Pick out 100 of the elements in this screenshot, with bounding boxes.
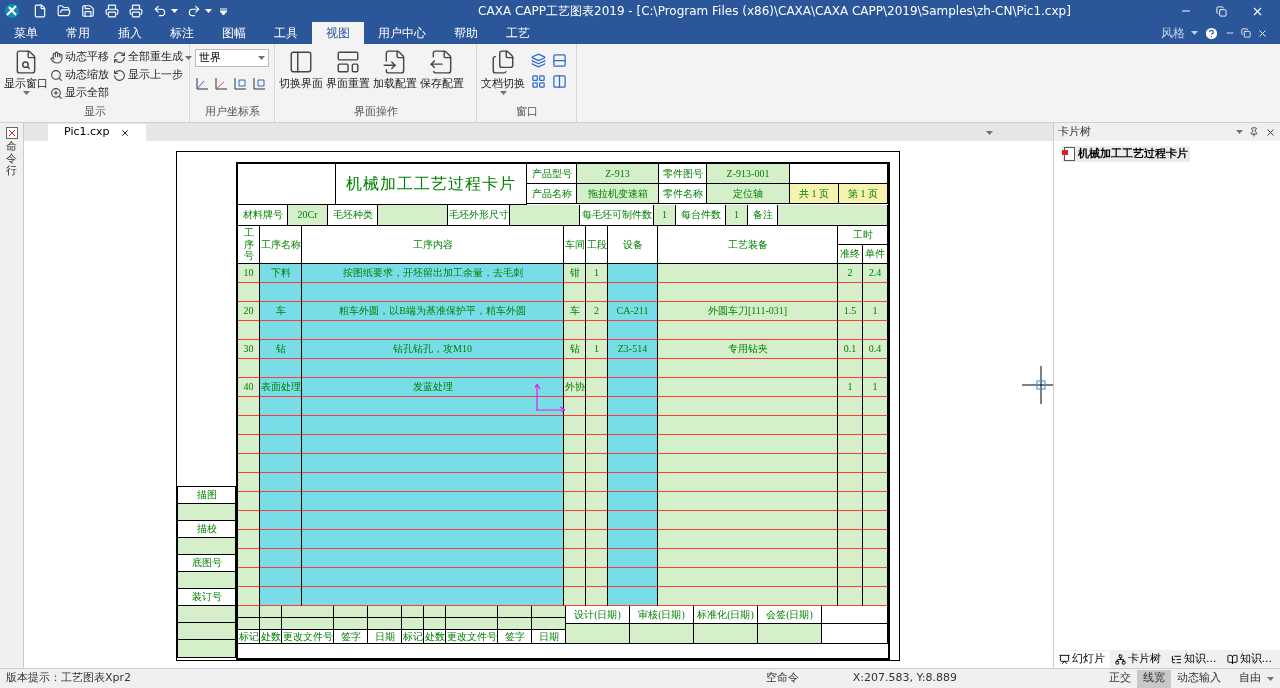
menu-tab[interactable]: 工艺: [492, 22, 544, 44]
table-cell: [424, 618, 446, 630]
column-header: 处数: [424, 630, 446, 644]
app-logo-icon[interactable]: [4, 3, 20, 19]
ribbon-button[interactable]: 全部重生成: [113, 49, 192, 66]
book-icon: [1226, 653, 1238, 665]
ribbon-button[interactable]: 显示全部: [50, 85, 109, 102]
table-cell: [586, 359, 608, 378]
tree-item[interactable]: 机械加工工艺过程卡片: [1062, 145, 1190, 163]
table-cell: 钳: [564, 264, 586, 283]
rows-icon[interactable]: [552, 53, 567, 68]
table-cell: [608, 283, 658, 302]
column-header: 工序号: [238, 226, 260, 264]
command-line-tab[interactable]: 命令行: [6, 141, 17, 178]
table-cell: [838, 435, 863, 454]
close-icon[interactable]: [1265, 126, 1276, 138]
column-header: 更改文件号: [446, 630, 498, 644]
column-header: 签字: [334, 630, 368, 644]
caret-icon[interactable]: [171, 9, 178, 13]
status-toggle[interactable]: 动态输入: [1171, 669, 1227, 688]
cascade-icon[interactable]: [531, 53, 546, 68]
caret-icon[interactable]: [1267, 676, 1274, 681]
open-folder-icon[interactable]: [57, 4, 71, 18]
field-value: Z-913: [577, 164, 659, 184]
status-toggle[interactable]: 正交: [1103, 669, 1137, 688]
command-line-icon[interactable]: [5, 127, 18, 139]
column-header: 单件: [863, 245, 888, 264]
menu-tab[interactable]: 工具: [260, 22, 312, 44]
axis-icon[interactable]: [195, 77, 209, 91]
close-icon[interactable]: [1257, 27, 1268, 39]
table-cell: [368, 618, 402, 630]
menu-tab[interactable]: 帮助: [440, 22, 492, 44]
printer-icon[interactable]: [129, 4, 143, 18]
ribbon-button[interactable]: 动态缩放: [50, 67, 109, 84]
column-header: 车间: [564, 226, 586, 264]
caret-icon[interactable]: [1191, 31, 1198, 35]
table-cell: [260, 397, 302, 416]
caret-icon[interactable]: [258, 56, 265, 60]
menu-tab[interactable]: 插入: [104, 22, 156, 44]
ribbon-button[interactable]: 界面重置: [325, 49, 371, 91]
table-cell: 0.1: [838, 340, 863, 359]
axis-icon[interactable]: [214, 77, 228, 91]
menu-tab[interactable]: 图幅: [208, 22, 260, 44]
customize-icon[interactable]: [220, 7, 227, 15]
save-icon[interactable]: [81, 4, 95, 18]
new-file-icon[interactable]: [33, 4, 47, 18]
caret-icon[interactable]: [986, 131, 993, 135]
undo-icon[interactable]: [153, 4, 167, 18]
table-cell: [608, 454, 658, 473]
columns-icon[interactable]: [552, 74, 567, 89]
axis-icon[interactable]: [252, 77, 266, 91]
field-value: [510, 205, 580, 226]
caret-icon[interactable]: [205, 9, 212, 13]
table-cell: 发蓝处理: [302, 378, 564, 397]
document-tab[interactable]: Pic1.cxp: [48, 124, 146, 141]
table-cell: [608, 511, 658, 530]
ribbon-button[interactable]: 保存配置: [419, 49, 465, 91]
menu-tab[interactable]: 标注: [156, 22, 208, 44]
table-cell: [260, 283, 302, 302]
caret-icon[interactable]: [1236, 130, 1243, 134]
panel-tab[interactable]: 知识...: [1221, 650, 1277, 668]
ribbon-button[interactable]: 显示窗口: [3, 49, 49, 95]
group-label: 窗口: [514, 104, 539, 120]
redo-icon[interactable]: [187, 4, 201, 18]
table-cell: [608, 530, 658, 549]
snap-mode-dropdown[interactable]: 自由: [1233, 669, 1280, 688]
ribbon-button[interactable]: 显示上一步: [113, 67, 192, 84]
window-title: CAXA CAPP工艺图表2019 - [C:\Program Files (x86)\CAXA\CAXA CAPP\2019\Samples\zh-CN\Pic1.cxp]: [478, 3, 1071, 20]
table-cell: 30: [238, 340, 260, 359]
pin-icon[interactable]: [1249, 127, 1259, 137]
menu-tab[interactable]: 视图: [312, 22, 364, 44]
crosshair-cursor-icon: [1022, 366, 1053, 404]
ribbon-button[interactable]: 切换界面: [278, 49, 324, 91]
column-header: 工时: [838, 226, 888, 245]
panel-icon: [288, 49, 314, 75]
menu-tab[interactable]: 用户中心: [364, 22, 440, 44]
ribbon-button[interactable]: 加载配置: [372, 49, 418, 91]
menu-tab[interactable]: 常用: [52, 22, 104, 44]
status-toggle[interactable]: 线宽: [1137, 669, 1171, 688]
menu-tab[interactable]: 菜单: [0, 22, 52, 44]
printer-icon[interactable]: [105, 4, 119, 18]
grid-icon[interactable]: [531, 74, 546, 89]
axis-icon[interactable]: [233, 77, 247, 91]
table-cell: [564, 511, 586, 530]
close-icon[interactable]: [119, 127, 130, 138]
style-menu[interactable]: 风格: [1161, 24, 1185, 42]
caret-icon[interactable]: [22, 91, 30, 95]
coordinate-select[interactable]: 世界: [195, 49, 269, 67]
caret-icon[interactable]: [185, 55, 192, 60]
restore-icon[interactable]: [1241, 28, 1251, 38]
ribbon-button[interactable]: 文档切换: [480, 49, 526, 95]
group-label: 用户坐标系: [203, 104, 261, 120]
caret-icon[interactable]: [499, 91, 507, 95]
panel-tab[interactable]: 幻灯片: [1054, 650, 1110, 668]
table-cell: 2.4: [863, 264, 888, 283]
restore-icon[interactable]: [1216, 5, 1227, 17]
help-icon[interactable]: [1204, 25, 1219, 41]
panel-tab[interactable]: 卡片树: [1110, 650, 1166, 668]
panel-tab[interactable]: 知识...: [1166, 650, 1222, 668]
ribbon-button[interactable]: 动态平移: [50, 49, 109, 66]
